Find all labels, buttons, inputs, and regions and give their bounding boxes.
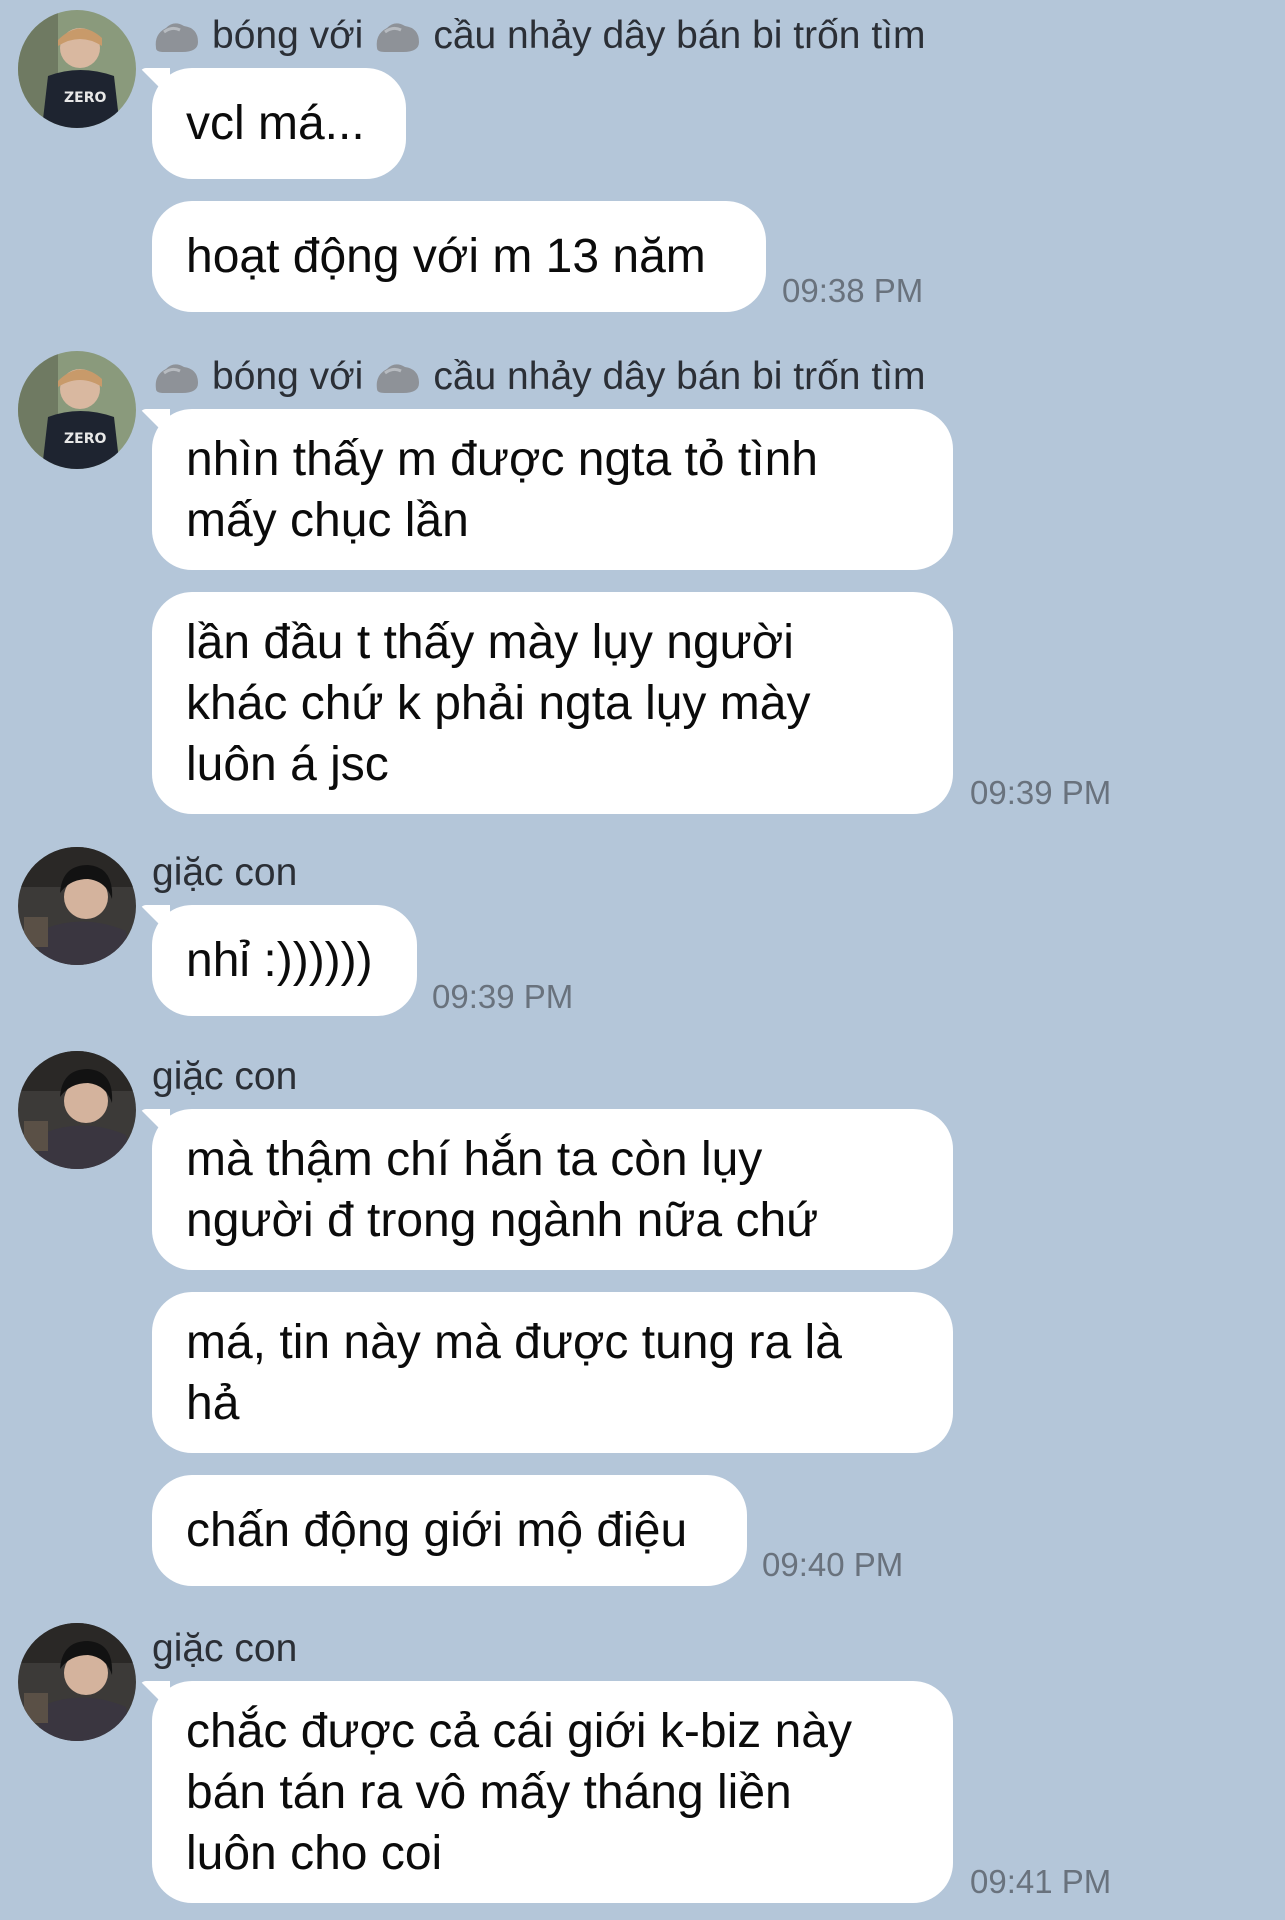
message-timestamp: 09:39 PM <box>432 978 574 1015</box>
chat-message-list[interactable]: ZERO bóng với cầu nhảy dây bán bi trốn t… <box>0 0 1285 1920</box>
sender-name-part: bóng với <box>212 14 364 57</box>
message-bubble[interactable]: hoạt động với m 13 năm <box>152 201 766 312</box>
avatar[interactable] <box>18 1051 136 1169</box>
rock-icon <box>373 359 423 395</box>
sender-name: giặc con <box>152 1627 298 1670</box>
message-timestamp: 09:39 PM <box>970 774 1112 811</box>
rock-icon <box>152 18 202 54</box>
sender-name: bóng với cầu nhảy dây bán bi trốn tìm <box>152 355 925 399</box>
avatar[interactable] <box>18 1623 136 1741</box>
sender-name: bóng với cầu nhảy dây bán bi trốn tìm <box>152 14 925 58</box>
avatar[interactable]: ZERO <box>18 10 136 128</box>
rock-icon <box>152 359 202 395</box>
svg-text:ZERO: ZERO <box>64 431 106 447</box>
message-bubble[interactable]: nhìn thấy m được ngta tỏ tình mấy chục l… <box>152 409 953 570</box>
message-bubble[interactable]: nhỉ :)))))) <box>152 905 417 1016</box>
message-bubble[interactable]: vcl má... <box>152 68 406 179</box>
message-bubble[interactable]: chắc được cả cái giới k-biz này bán tán … <box>152 1681 953 1903</box>
message-timestamp: 09:41 PM <box>970 1863 1112 1900</box>
sender-name-part: bóng với <box>212 355 364 398</box>
message-bubble[interactable]: má, tin này mà được tung ra là hả <box>152 1292 953 1453</box>
sender-name-part: cầu nhảy dây bán bi trốn tìm <box>433 14 926 57</box>
rock-icon <box>373 18 423 54</box>
message-bubble[interactable]: lần đầu t thấy mày lụy người khác chứ k … <box>152 592 953 814</box>
sender-name: giặc con <box>152 1055 298 1098</box>
avatar[interactable]: ZERO <box>18 351 136 469</box>
avatar[interactable] <box>18 847 136 965</box>
sender-name: giặc con <box>152 851 298 894</box>
message-bubble[interactable]: mà thậm chí hắn ta còn lụy người đ trong… <box>152 1109 953 1270</box>
svg-text:ZERO: ZERO <box>64 90 106 106</box>
sender-name-part: cầu nhảy dây bán bi trốn tìm <box>433 355 926 398</box>
message-bubble[interactable]: chấn động giới mộ điệu <box>152 1475 747 1586</box>
message-timestamp: 09:38 PM <box>782 272 924 309</box>
message-timestamp: 09:40 PM <box>762 1546 904 1583</box>
